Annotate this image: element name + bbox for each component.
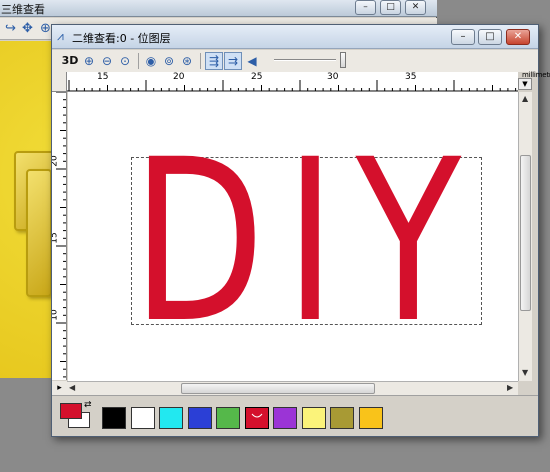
relief-shape xyxy=(26,169,52,297)
toolbar-divider xyxy=(138,53,139,69)
view-toolbar: 3D ⊕ ⊖ ⊙ ◉ ⊚ ⊛ ⇶ ⇉ ◀ xyxy=(52,50,538,72)
zoom-box-icon[interactable]: ⊙ xyxy=(116,52,134,70)
close-icon[interactable]: ✕ xyxy=(405,0,426,15)
color-swatch[interactable] xyxy=(330,407,354,429)
3d-view-button[interactable]: 3D xyxy=(60,52,80,70)
maximize-button[interactable]: □ xyxy=(478,29,502,45)
close-button[interactable]: ✕ xyxy=(506,29,530,45)
horizontal-scroll-thumb[interactable] xyxy=(181,383,375,394)
zoom-all-icon[interactable]: ⊛ xyxy=(178,52,196,70)
pan-icon[interactable]: ✥ xyxy=(22,21,33,36)
2d-view-window: ⩘ 二维查看:0 - 位图层 – □ ✕ 3D ⊕ ⊖ ⊙ ◉ ⊚ ⊛ ⇶ ⇉ … xyxy=(51,24,550,437)
ruler-label: 15 xyxy=(97,72,109,82)
color-swatch[interactable] xyxy=(216,407,240,429)
ruler-label: 10 xyxy=(52,309,60,321)
color-swatch[interactable] xyxy=(102,407,126,429)
vertical-scroll-thumb[interactable] xyxy=(520,155,531,311)
ruler-label: 35 xyxy=(405,72,417,82)
ruler-label: 30 xyxy=(327,72,339,82)
chevron-down-icon[interactable]: ▼ xyxy=(518,78,532,90)
transparency-slider[interactable] xyxy=(274,59,336,61)
ruler-label: 20 xyxy=(173,72,185,82)
scroll-down-icon[interactable]: ▼ xyxy=(522,368,528,377)
primary-color-swatch[interactable] xyxy=(60,403,82,419)
horizontal-ruler-ticks xyxy=(67,80,518,91)
color-swatch[interactable] xyxy=(358,407,383,429)
minimize-button[interactable]: – xyxy=(451,29,475,45)
window-titlebar[interactable]: ⩘ 二维查看:0 - 位图层 – □ ✕ xyxy=(52,25,538,49)
swap-colors-icon[interactable]: ⇄ xyxy=(84,400,92,410)
ruler-label: 25 xyxy=(251,72,263,82)
horizontal-scrollbar[interactable]: ◀ ▶ xyxy=(67,381,518,395)
diy-text: DIY xyxy=(132,111,482,372)
drawing-canvas[interactable]: DIY xyxy=(68,92,518,381)
color-swatch[interactable] xyxy=(159,407,183,429)
scroll-right-icon[interactable]: ▶ xyxy=(507,383,513,392)
bitmap-selection[interactable]: DIY xyxy=(131,122,482,362)
zoom-icon[interactable]: ⊕ xyxy=(40,21,51,36)
bitmap-mode-icon[interactable]: ⇉ xyxy=(224,52,242,70)
ruler-corner xyxy=(52,72,67,92)
toolbar-divider xyxy=(200,53,201,69)
zoom-out-icon[interactable]: ⊖ xyxy=(98,52,116,70)
color-palette: ⇄ xyxy=(52,395,538,436)
app-icon: ⩘ xyxy=(57,29,64,43)
vertical-ruler: 20 15 10 xyxy=(52,92,67,380)
navigator-icon[interactable]: ▸ xyxy=(52,381,67,395)
horizontal-ruler: 15 20 25 30 35 xyxy=(67,72,518,92)
shade-icon[interactable]: ◀ xyxy=(243,52,261,70)
zoom-in-icon[interactable]: ⊕ xyxy=(80,52,98,70)
color-swatch[interactable] xyxy=(187,407,212,429)
zoom-fit-icon[interactable]: ◉ xyxy=(142,52,160,70)
window-title: 二维查看:0 - 位图层 xyxy=(72,32,171,45)
background-window-title: 三维查看 xyxy=(1,3,45,16)
scroll-up-icon[interactable]: ▲ xyxy=(522,94,528,103)
maximize-icon[interactable]: □ xyxy=(380,0,401,15)
minimize-icon[interactable]: – xyxy=(355,0,376,15)
color-swatch[interactable] xyxy=(301,407,326,429)
color-swatch[interactable] xyxy=(244,407,269,429)
zoom-previous-icon[interactable]: ⊚ xyxy=(160,52,178,70)
slider-thumb[interactable] xyxy=(340,52,346,68)
color-swatch[interactable] xyxy=(273,407,297,429)
ruler-label: 15 xyxy=(52,232,60,244)
scroll-left-icon[interactable]: ◀ xyxy=(69,383,75,392)
vertical-scrollbar[interactable]: ▲ ▼ xyxy=(518,92,532,381)
rotate-icon[interactable]: ↪ xyxy=(5,21,16,36)
vector-mode-icon[interactable]: ⇶ xyxy=(205,52,223,70)
ruler-label: 20 xyxy=(52,155,60,167)
color-swatch[interactable] xyxy=(130,407,155,429)
background-titlebar[interactable]: 三维查看 – □ ✕ xyxy=(0,0,437,17)
